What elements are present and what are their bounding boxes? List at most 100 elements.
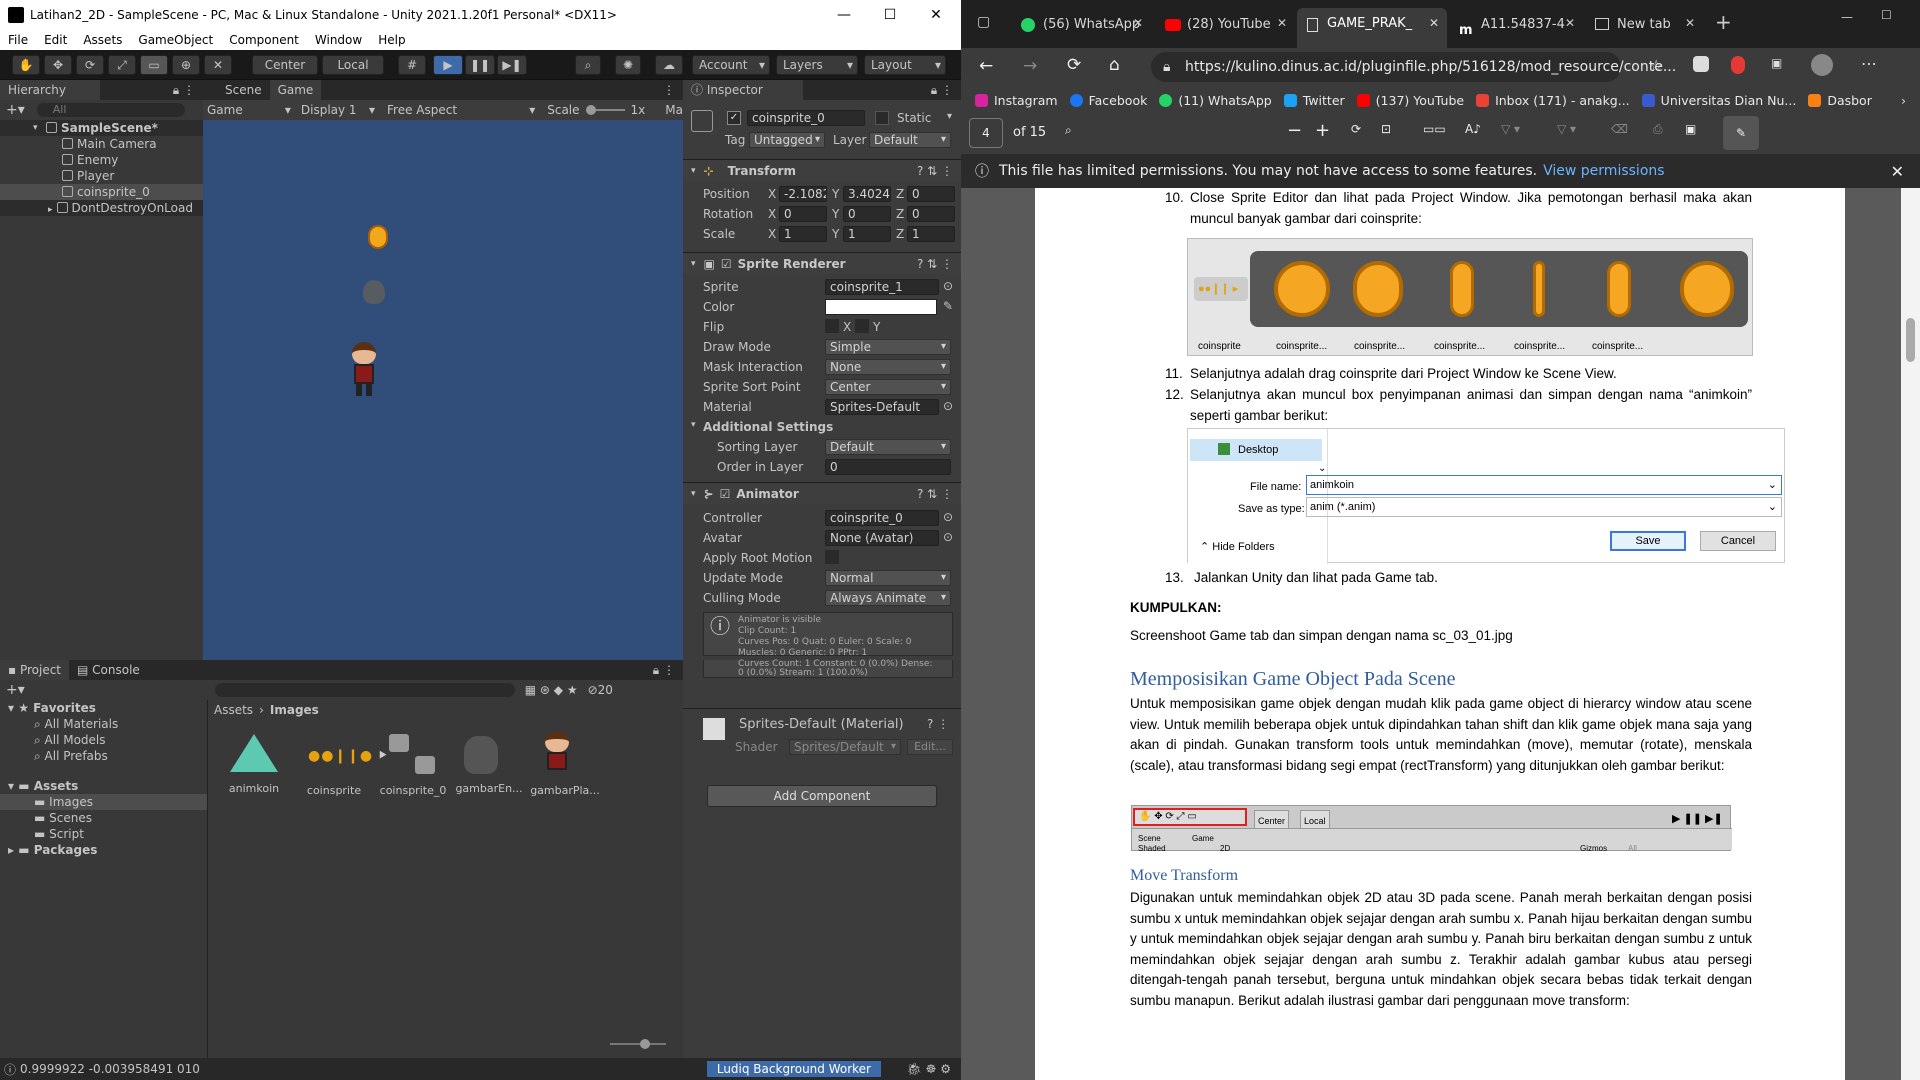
play-button[interactable]: ▶ [433, 55, 463, 75]
extension-icon[interactable] [1731, 56, 1745, 74]
asset-coinsprite[interactable]: ●●❙❙● ⯈ coinsprite [296, 728, 388, 808]
hierarchy-item-enemy[interactable]: Enemy [0, 152, 203, 168]
tree-item-packages[interactable]: ▸ ▬ Packages [0, 842, 207, 858]
close-tab-icon[interactable]: ✕ [1429, 16, 1439, 30]
pivot-center-button[interactable]: Center [252, 55, 318, 75]
back-icon[interactable]: ← [979, 56, 993, 76]
print-icon[interactable]: ⎙ [1653, 122, 1663, 137]
highlight-icon[interactable]: ▽ ▾ [1501, 122, 1520, 136]
apply-root-motion-checkbox[interactable] [825, 550, 839, 564]
filter-icons[interactable]: ▦ ⊛ ◆ ★ [525, 683, 578, 697]
close-icon[interactable]: ✕ [1891, 162, 1904, 181]
game-view[interactable] [203, 120, 683, 660]
static-checkbox[interactable] [875, 111, 889, 125]
favorite-whatsapp[interactable]: (11) WhatsApp [1159, 93, 1272, 108]
tag-dropdown[interactable]: Untagged [749, 132, 825, 148]
rotation-x-input[interactable]: 0 [779, 206, 827, 222]
favorite-udinus[interactable]: Universitas Dian Nu... [1641, 93, 1796, 108]
save-icon[interactable]: ▣ [1685, 122, 1696, 136]
update-mode-dropdown[interactable]: Normal [825, 570, 951, 586]
asset-gambar-enemy[interactable]: gambarEn... [452, 728, 526, 808]
hidden-count-icon[interactable]: ⊘20 [588, 683, 613, 697]
rotation-y-input[interactable]: 0 [843, 206, 891, 222]
object-picker-icon[interactable]: ⊙ [943, 510, 953, 524]
additional-settings-foldout[interactable]: Additional Settings [703, 420, 833, 434]
menu-gameobject[interactable]: GameObject [138, 30, 213, 50]
mask-interaction-dropdown[interactable]: None [825, 359, 951, 375]
account-dropdown[interactable]: Account ▾ [692, 55, 770, 75]
tab-hierarchy[interactable]: Hierarchy [0, 80, 100, 100]
lock-icon[interactable]: 🔒︎ ⋮ [931, 83, 953, 98]
extension-icon[interactable] [1693, 56, 1709, 72]
scale-x-input[interactable]: 1 [779, 226, 827, 242]
component-menu-icon[interactable]: ? ⋮ [927, 717, 949, 731]
page-number-input[interactable]: 4 [969, 118, 1003, 148]
zoom-out-icon[interactable]: − [1287, 120, 1302, 141]
scale-z-input[interactable]: 1 [907, 226, 955, 242]
step-button[interactable]: ▶❚ [497, 55, 527, 75]
avatar-field[interactable]: None (Avatar) [825, 530, 939, 546]
position-x-input[interactable]: -2.1082 [779, 186, 827, 202]
lock-icon[interactable]: 🔒︎ ⋮ [653, 663, 675, 678]
hand-tool-icon[interactable]: ✋ [12, 55, 40, 75]
component-menu-icon[interactable]: ? ⇅ ⋮ [917, 164, 953, 178]
search-icon[interactable]: ⌕ [1065, 123, 1072, 138]
tab-project[interactable]: ▪ Project [0, 660, 70, 680]
draw-mode-dropdown[interactable]: Simple [825, 339, 951, 355]
sprite-renderer-header[interactable]: ▾ ▣ ☑ Sprite Renderer ? ⇅ ⋮ [683, 252, 961, 274]
object-picker-icon[interactable]: ⊙ [943, 279, 953, 293]
grid-snap-icon[interactable]: # [398, 55, 426, 75]
controller-field[interactable]: coinsprite_0 [825, 510, 939, 526]
status-icons[interactable]: 🐞︎ ☸ ⚙ [907, 1062, 951, 1076]
forward-icon[interactable]: → [1023, 56, 1037, 76]
maximize-icon[interactable]: ☐ [1881, 8, 1892, 22]
lock-icon[interactable]: 🔒︎ ⋮ [173, 83, 195, 98]
component-menu-icon[interactable]: ? ⇅ ⋮ [917, 257, 953, 271]
tab-game[interactable]: Game [269, 80, 322, 100]
close-tab-icon[interactable]: ✕ [1685, 16, 1695, 30]
view-permissions-link[interactable]: View permissions [1543, 163, 1664, 179]
object-picker-icon[interactable]: ⊙ [943, 399, 953, 413]
new-tab-button[interactable]: + [1715, 10, 1732, 34]
order-in-layer-input[interactable]: 0 [825, 459, 951, 475]
eyedropper-icon[interactable]: ✎ [943, 299, 953, 313]
project-search-input[interactable] [214, 683, 515, 697]
active-checkbox[interactable]: ✓ [727, 111, 741, 125]
color-swatch[interactable] [825, 299, 937, 315]
minimize-icon[interactable]: — [821, 0, 867, 30]
status-message[interactable]: 0.9999922 -0.003958491 010 [20, 1062, 200, 1076]
transform-header[interactable]: ▾ ⊹ Transform ? ⇅ ⋮ [683, 159, 961, 181]
search-icon[interactable]: ⌕ [575, 55, 601, 75]
rotation-z-input[interactable]: 0 [907, 206, 955, 222]
breadcrumb-assets[interactable]: Assets [214, 703, 253, 717]
tab-scene[interactable]: Scene [203, 80, 270, 100]
display-dropdown[interactable]: Display 1 ▾ [301, 103, 375, 117]
tree-item-scenes[interactable]: ▬ Scenes [0, 810, 207, 826]
hierarchy-item-main-camera[interactable]: Main Camera [0, 136, 203, 152]
sprite-field[interactable]: coinsprite_1 [825, 279, 939, 295]
animator-checkbox[interactable]: ☑ [720, 487, 731, 501]
chevron-down-icon[interactable]: ▾ [947, 111, 952, 122]
position-z-input[interactable]: 0 [907, 186, 955, 202]
sort-point-dropdown[interactable]: Center [825, 379, 951, 395]
erase-icon[interactable]: ⌫ [1611, 122, 1628, 136]
sprite-renderer-checkbox[interactable]: ☑ [721, 257, 732, 271]
browser-tab-youtube[interactable]: (28) YouTube [1157, 10, 1297, 40]
favorite-facebook[interactable]: Facebook [1069, 93, 1147, 108]
services-icon[interactable]: ✺ [615, 55, 641, 75]
material-field[interactable]: Sprites-Default [825, 399, 939, 415]
tab-inspector[interactable]: ⓘ Inspector [683, 80, 803, 100]
tree-item-all-materials[interactable]: ⌕ All Materials [0, 716, 207, 732]
url-input[interactable]: 🔒︎ https://kulino.dinus.ac.id/pluginfile… [1151, 52, 1676, 82]
menu-window[interactable]: Window [315, 30, 362, 50]
hierarchy-item-dontdestroyonload[interactable]: ▸ DontDestroyOnLoad [0, 200, 203, 216]
favorite-youtube[interactable]: (137) YouTube [1356, 93, 1464, 108]
close-tab-icon[interactable]: ✕ [1133, 16, 1143, 30]
pivot-local-button[interactable]: Local [322, 55, 384, 75]
asset-coinsprite-0[interactable]: coinsprite_0 [376, 728, 450, 808]
menu-assets[interactable]: Assets [83, 30, 122, 50]
hierarchy-item-coinsprite[interactable]: coinsprite_0 [0, 184, 203, 200]
close-tab-icon[interactable]: ✕ [1277, 16, 1287, 30]
culling-mode-dropdown[interactable]: Always Animate [825, 590, 951, 606]
tab-actions-icon[interactable]: ▢ [977, 14, 990, 30]
